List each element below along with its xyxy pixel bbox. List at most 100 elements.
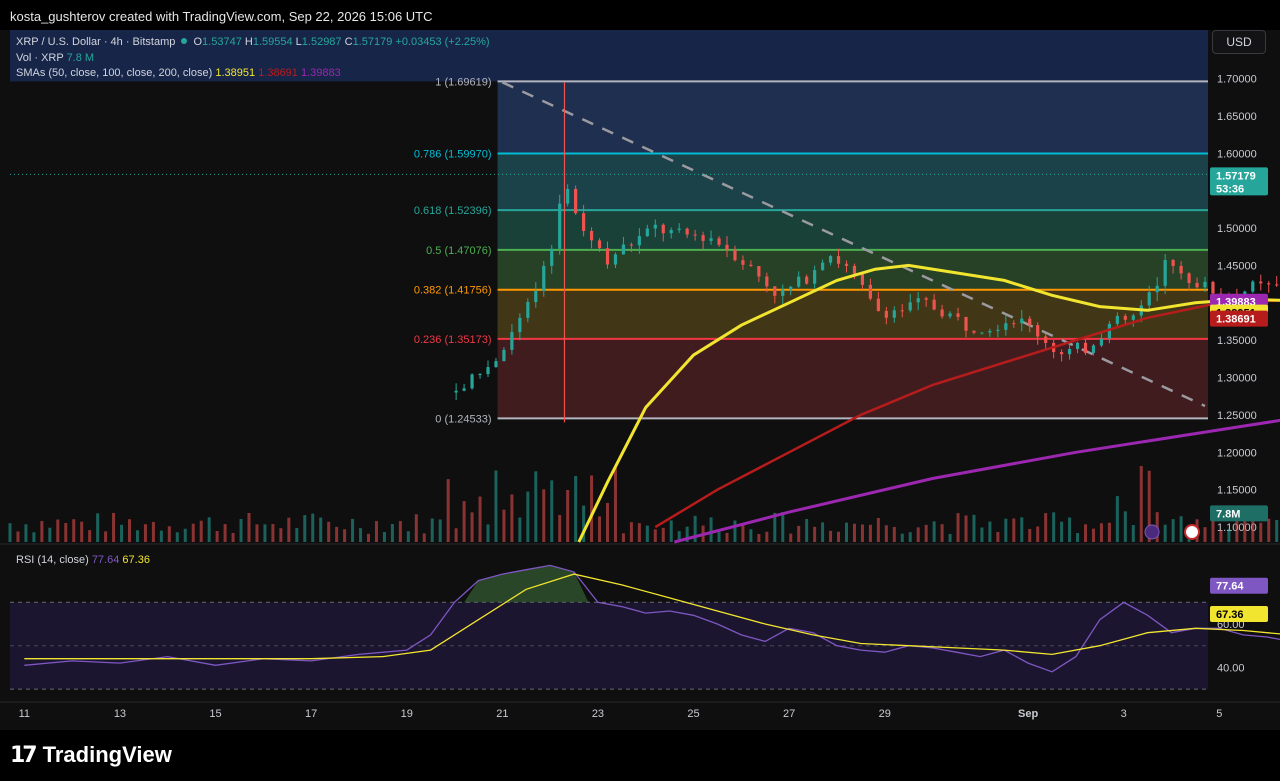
volume-bar bbox=[191, 523, 195, 542]
time-tick-6: 23 bbox=[592, 708, 604, 720]
candle-body bbox=[1036, 325, 1040, 337]
dot-icon bbox=[181, 38, 188, 44]
volume-bar bbox=[613, 467, 617, 542]
volume-bar bbox=[948, 533, 952, 542]
volume-bar bbox=[1115, 496, 1119, 542]
sma50-value: 1.38951 bbox=[215, 67, 256, 79]
candle-body bbox=[956, 313, 960, 317]
candle-body bbox=[1099, 338, 1104, 346]
high-value: 1.59554 bbox=[252, 36, 293, 48]
fib-label-6: 0 (1.24533) bbox=[435, 413, 491, 425]
volume-bar bbox=[502, 509, 506, 542]
volume-bar bbox=[159, 530, 163, 542]
candle-body bbox=[988, 330, 992, 333]
volume-bar bbox=[462, 501, 466, 542]
volume-bar bbox=[494, 470, 498, 542]
volume-bar bbox=[598, 516, 602, 542]
volume-bar bbox=[717, 532, 721, 542]
time-tick-8: 27 bbox=[783, 708, 795, 720]
volume-bar bbox=[1123, 511, 1127, 542]
volume-bar bbox=[900, 533, 904, 542]
volume-bar bbox=[335, 526, 339, 542]
volume-bar bbox=[1068, 517, 1072, 542]
volume-bar bbox=[789, 533, 793, 542]
volume-bar bbox=[167, 526, 171, 542]
volume-bar bbox=[964, 515, 968, 542]
candle-body bbox=[550, 248, 554, 266]
candle-body bbox=[908, 302, 912, 311]
fib-label-0: 1 (1.69619) bbox=[435, 76, 491, 88]
candle-body bbox=[1163, 260, 1167, 286]
volume-bar bbox=[733, 520, 737, 542]
volume-bar bbox=[669, 520, 673, 542]
candle-body bbox=[741, 260, 745, 265]
volume-bar bbox=[837, 531, 841, 542]
volume-bar bbox=[765, 531, 769, 542]
candle-body bbox=[916, 298, 920, 303]
volume-bar bbox=[143, 524, 147, 542]
close-value: 1.57179 bbox=[352, 36, 393, 48]
candle-body bbox=[765, 276, 769, 287]
volume-bar bbox=[637, 523, 641, 542]
tradingview-brand: TradingView bbox=[42, 742, 172, 767]
volume-bar bbox=[430, 518, 434, 542]
volume-bar bbox=[996, 531, 1000, 542]
candle-body bbox=[677, 228, 681, 230]
volume-bar bbox=[120, 524, 124, 542]
candle-body bbox=[605, 248, 610, 265]
candle-body bbox=[717, 238, 721, 245]
volume-bar bbox=[414, 514, 418, 542]
volume-bar bbox=[454, 528, 458, 542]
flag-icon bbox=[1184, 524, 1200, 540]
candle-body bbox=[1044, 336, 1048, 343]
candle-body bbox=[637, 236, 641, 246]
volume-bar bbox=[478, 496, 482, 542]
candle-body bbox=[454, 390, 458, 393]
volume-bar bbox=[908, 532, 912, 542]
candle-body bbox=[876, 298, 880, 311]
volume-legend: Vol · XRP 7.8 M bbox=[16, 52, 94, 64]
candle-body bbox=[725, 244, 729, 250]
volume-bar bbox=[1004, 518, 1008, 542]
volume-bar bbox=[518, 517, 522, 542]
tradingview-logo[interactable]: 17 TradingView bbox=[10, 742, 172, 768]
volume-bar bbox=[279, 528, 283, 542]
volume-bar bbox=[916, 527, 920, 542]
price-chart[interactable]: 1 (1.69619) 0.786 (1.59970) 0.618 (1.52396… bbox=[0, 30, 1280, 730]
candle-body bbox=[964, 316, 968, 331]
price-tick-7: 1.45000 bbox=[1217, 260, 1257, 272]
sma-label: SMAs (50, close, 100, close, 200, close) bbox=[16, 67, 213, 79]
volume-bar bbox=[813, 526, 817, 542]
candle-body bbox=[1203, 281, 1207, 288]
volume-bar bbox=[24, 524, 28, 542]
volume-bar bbox=[661, 527, 665, 542]
candle-body bbox=[613, 254, 618, 265]
candle-body bbox=[709, 238, 713, 241]
candle-body bbox=[1155, 285, 1159, 293]
sma100-tag-text: 1.38691 bbox=[1216, 314, 1256, 326]
volume-bar bbox=[980, 527, 984, 542]
candle-body bbox=[534, 290, 538, 303]
last-price-tag-text: 53:36 bbox=[1216, 183, 1244, 195]
candle-body bbox=[980, 332, 984, 334]
price-tick-4: 1.30000 bbox=[1217, 373, 1257, 385]
currency-button[interactable]: USD bbox=[1212, 30, 1266, 54]
candle-body bbox=[1091, 345, 1096, 353]
volume-bar bbox=[406, 531, 410, 542]
volume-bar bbox=[88, 530, 92, 542]
fib-zone-0 bbox=[497, 81, 1208, 154]
candle-body bbox=[1251, 281, 1255, 292]
candle-body bbox=[892, 310, 896, 318]
candle-body bbox=[852, 265, 857, 274]
candle-body bbox=[900, 310, 904, 312]
candle-body bbox=[821, 262, 825, 271]
volume-bar bbox=[590, 475, 594, 542]
volume-bar bbox=[247, 512, 251, 542]
change-value: +0.03453 (+2.25%) bbox=[395, 36, 490, 48]
candle-body bbox=[526, 302, 530, 318]
chart-frame: 1 (1.69619) 0.786 (1.59970) 0.618 (1.52396… bbox=[0, 30, 1280, 730]
volume-bar bbox=[924, 524, 928, 542]
volume-bar bbox=[32, 532, 36, 542]
volume-label: Vol · XRP bbox=[16, 52, 64, 64]
time-tick-5: 21 bbox=[496, 708, 508, 720]
